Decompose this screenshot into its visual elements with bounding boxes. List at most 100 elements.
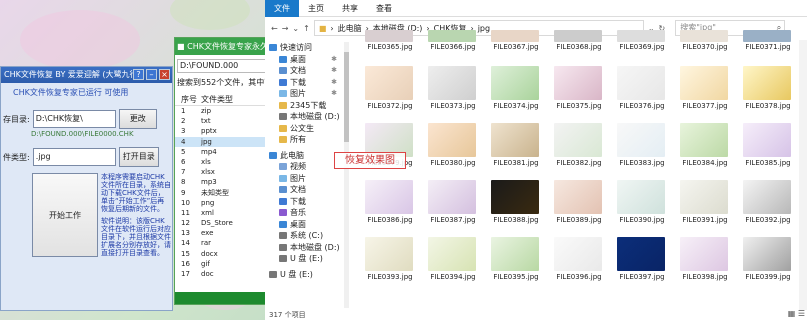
file-item[interactable]: FILE0378.jpg <box>737 66 797 120</box>
table-row[interactable]: 6 xls <box>175 157 268 167</box>
close-icon[interactable]: × <box>159 69 170 80</box>
file-item[interactable]: FILE0384.jpg <box>674 123 734 177</box>
nav-item[interactable]: 桌面 ✱ <box>265 54 345 66</box>
help-icon[interactable]: ? <box>133 69 144 80</box>
nav-item[interactable]: 文档 ✱ <box>265 65 345 77</box>
breadcrumb-item[interactable]: 此电脑 <box>338 23 362 34</box>
table-row[interactable]: 15 docx <box>175 249 268 259</box>
forward-icon[interactable]: → <box>282 24 289 33</box>
file-item[interactable]: FILE0373.jpg <box>422 66 482 120</box>
row-number: 12 <box>181 219 190 228</box>
recent-chevron-icon[interactable]: ⌄ <box>292 24 299 33</box>
file-item[interactable]: FILE0372.jpg <box>359 66 419 120</box>
file-item[interactable]: FILE0385.jpg <box>737 123 797 177</box>
table-row[interactable]: 13 exe <box>175 228 268 238</box>
table-row[interactable]: 5 mp4 <box>175 147 268 157</box>
file-item[interactable]: FILE0375.jpg <box>548 66 608 120</box>
nav-item[interactable]: 2345下载 <box>265 100 345 112</box>
nav-item[interactable]: 快速访问 <box>265 42 345 54</box>
row-file-type: zip <box>201 107 212 115</box>
file-item[interactable]: FILE0382.jpg <box>548 123 608 177</box>
row-file-type: mp3 <box>201 178 217 187</box>
table-row[interactable]: 9 未知类型 <box>175 188 268 198</box>
nav-item[interactable]: 本地磁盘 (D:) <box>265 111 345 123</box>
nav-item[interactable]: 本地磁盘 (D:) <box>265 242 345 254</box>
folder-path-input[interactable]: D:\FOUND.000 <box>177 59 266 73</box>
nav-item[interactable]: 此电脑 <box>265 150 345 162</box>
file-item[interactable]: FILE0389.jpg <box>548 180 608 234</box>
file-item[interactable]: FILE0390.jpg <box>611 180 671 234</box>
file-item[interactable]: FILE0386.jpg <box>359 180 419 234</box>
file-item[interactable]: FILE0391.jpg <box>674 180 734 234</box>
back-icon[interactable]: ← <box>271 24 278 33</box>
open-dir-button[interactable]: 打开目录 <box>118 147 159 167</box>
save-dir-input[interactable]: D:\CHK恢复\ <box>32 110 116 128</box>
table-row[interactable]: 11 xml <box>175 208 268 218</box>
file-item[interactable]: FILE0394.jpg <box>422 237 482 291</box>
file-item[interactable]: FILE0388.jpg <box>485 180 545 234</box>
file-item[interactable]: FILE0377.jpg <box>674 66 734 120</box>
nav-scroll-thumb[interactable] <box>344 52 349 142</box>
table-row[interactable]: 12 DS_Store <box>175 218 268 228</box>
table-row[interactable]: 10 png <box>175 198 268 208</box>
nav-item[interactable]: U 盘 (E:) <box>265 253 345 265</box>
nav-item[interactable]: 桌面 <box>265 219 345 231</box>
file-item[interactable]: FILE0376.jpg <box>611 66 671 120</box>
pin-icon[interactable]: ✱ <box>331 88 337 100</box>
change-button[interactable]: 更改 <box>118 109 157 129</box>
chk-expert-titlebar[interactable]: ■ CHK文件恢复专家永久免费版 <box>175 38 268 55</box>
nav-item[interactable]: 图片 ✱ <box>265 88 345 100</box>
file-item[interactable]: FILE0381.jpg <box>485 123 545 177</box>
nav-scrollbar[interactable] <box>344 42 349 308</box>
file-item[interactable]: FILE0387.jpg <box>422 180 482 234</box>
file-item[interactable]: FILE0392.jpg <box>737 180 797 234</box>
minimize-icon[interactable]: – <box>146 69 157 80</box>
nav-item[interactable]: 所有 <box>265 134 345 146</box>
row-file-type: jpg <box>201 137 212 146</box>
content-scrollbar[interactable] <box>799 40 807 310</box>
pin-icon[interactable]: ✱ <box>331 54 337 66</box>
file-item[interactable]: FILE0395.jpg <box>485 237 545 291</box>
table-row[interactable]: 3 pptx <box>175 126 268 136</box>
nav-item[interactable]: 文档 <box>265 184 345 196</box>
chk-window-titlebar[interactable]: CHK文件恢复 BY 爱爱迎解 (大鹭九行) ? – × <box>1 67 172 83</box>
nav-item[interactable]: 下载 ✱ <box>265 77 345 89</box>
file-item[interactable]: FILE0380.jpg <box>422 123 482 177</box>
nav-item[interactable]: 视频 <box>265 161 345 173</box>
table-row[interactable]: 1 zip <box>175 106 268 116</box>
file-item[interactable]: FILE0393.jpg <box>359 237 419 291</box>
table-row[interactable]: 8 mp3 <box>175 177 268 187</box>
up-icon[interactable]: ↑ <box>303 24 310 33</box>
tab-file[interactable]: 文件 <box>265 0 299 17</box>
table-row[interactable]: 4 jpg <box>175 136 268 147</box>
file-item[interactable]: FILE0397.jpg <box>611 237 671 291</box>
tab-view[interactable]: 查看 <box>367 0 401 17</box>
row-file-type: mp4 <box>201 147 217 156</box>
file-item[interactable]: FILE0398.jpg <box>674 237 734 291</box>
desktop-flower-decoration <box>170 0 250 30</box>
tab-home[interactable]: 主页 <box>299 0 333 17</box>
file-item[interactable]: FILE0374.jpg <box>485 66 545 120</box>
table-row[interactable]: 16 gif <box>175 259 268 269</box>
nav-item[interactable]: 公文生 <box>265 123 345 135</box>
file-type-input[interactable]: .jpg <box>32 148 116 166</box>
tab-share[interactable]: 共享 <box>333 0 367 17</box>
file-item[interactable]: FILE0399.jpg <box>737 237 797 291</box>
table-row[interactable]: 2 txt <box>175 116 268 126</box>
file-name: FILE0390.jpg <box>619 216 665 224</box>
breadcrumb-item[interactable]: jpg <box>478 24 490 33</box>
table-row[interactable]: 17 doc <box>175 269 268 279</box>
view-toggle-icons[interactable]: ▦ ☰ <box>788 309 805 318</box>
pin-icon[interactable]: ✱ <box>331 77 337 89</box>
start-button[interactable]: 开始工作 <box>32 173 98 257</box>
nav-item[interactable]: 图片 <box>265 173 345 185</box>
table-row[interactable]: 14 rar <box>175 238 268 248</box>
nav-item[interactable]: 系统 (C:) <box>265 230 345 242</box>
pin-icon[interactable]: ✱ <box>331 65 337 77</box>
table-row[interactable]: 7 xlsx <box>175 167 268 177</box>
file-item[interactable]: FILE0396.jpg <box>548 237 608 291</box>
file-item[interactable]: FILE0383.jpg <box>611 123 671 177</box>
nav-item[interactable]: 音乐 <box>265 207 345 219</box>
nav-item[interactable]: 下载 <box>265 196 345 208</box>
nav-item[interactable]: U 盘 (E:) <box>265 269 345 281</box>
